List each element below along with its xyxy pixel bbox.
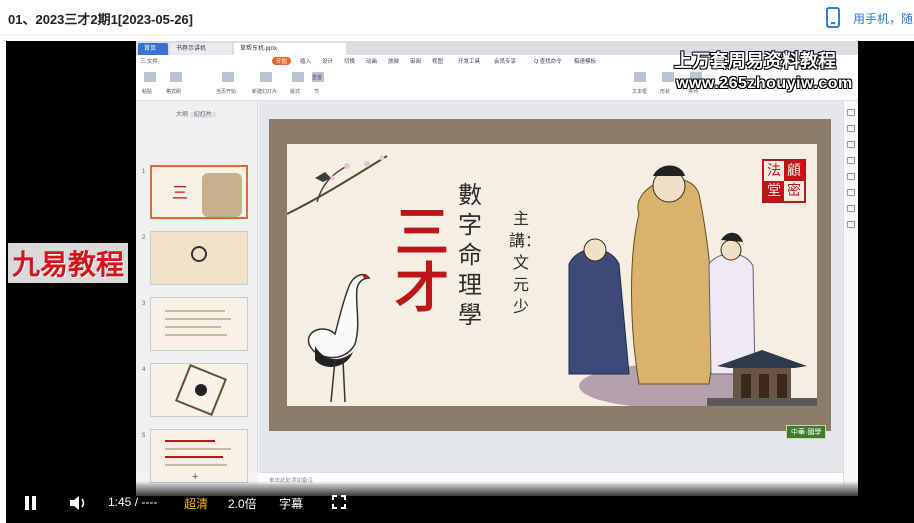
- ribbon-label: 重置: [312, 75, 323, 81]
- thumb-circle: [191, 246, 207, 262]
- video-frame-wps-window: 首页 书荐示讲机 草帮东机.pptx 三 文件 开始 插入 设计 切换 动画 放…: [136, 41, 858, 496]
- wps-menu-item: 插入: [300, 59, 312, 65]
- wps-menu-item: 设计: [322, 59, 334, 65]
- tool-icon: [847, 109, 855, 116]
- wps-menu-item-active: 开始: [272, 57, 292, 65]
- seal-char: 密: [787, 183, 801, 199]
- slide-main-title: 三才: [395, 200, 449, 320]
- wps-tab-doc1: 书荐示讲机: [170, 43, 232, 55]
- thumb-taiji: [195, 384, 207, 396]
- watermark-url: www.265zhouyiw.com: [676, 75, 853, 92]
- ribbon-label: 粘贴: [142, 89, 153, 95]
- wps-menu-item: 开发工具: [458, 59, 481, 65]
- paste-icon: [144, 72, 156, 82]
- wps-menu-item: 切换: [344, 59, 356, 65]
- pause-icon[interactable]: [24, 496, 38, 510]
- page-title: 01、2023三才2期1[2023-05-26]: [8, 12, 193, 27]
- plum-branch-illustration: [287, 155, 388, 215]
- ribbon-label: 格式刷: [166, 89, 182, 95]
- wps-menu-item: 放映: [388, 59, 400, 65]
- thumb-number: 1: [142, 169, 146, 175]
- slide-thumbnail-2: [150, 231, 248, 285]
- slide-thumbnail-3: [150, 297, 248, 351]
- tool-icon: [847, 205, 855, 212]
- slide-lecturer: 主講：文元少: [509, 209, 542, 316]
- top-bar: 01、2023三才2期1[2023-05-26] 用手机，随: [0, 0, 914, 36]
- layout-icon: [292, 72, 304, 82]
- slide-thumbnail-4: [150, 363, 248, 417]
- slide-thumbnail-panel: 大纲 幻灯片 1 三 2 3 4 5 +: [136, 101, 258, 483]
- slide-thumbnail-5: [150, 429, 248, 483]
- shape-icon: [662, 72, 674, 82]
- thumb-number: 4: [142, 367, 146, 373]
- seal-char: 顧: [784, 161, 804, 181]
- wps-menu-item: 会员专享: [494, 59, 517, 65]
- thumb-panel-tabs: 大纲 幻灯片: [176, 109, 216, 118]
- seal-char: 堂: [764, 181, 784, 201]
- phone-view-link[interactable]: 用手机，随: [853, 10, 914, 27]
- wps-menu-item: 审阅: [410, 59, 422, 65]
- crane-illustration: [307, 273, 371, 403]
- thumb-number: 5: [142, 433, 146, 439]
- ribbon-label: 当页开始: [216, 89, 237, 95]
- format-painter-icon: [170, 72, 182, 82]
- ribbon-label: 版式: [290, 89, 301, 95]
- slide-subtitle: 數字命理學: [458, 181, 482, 329]
- phone-icon[interactable]: [826, 7, 840, 28]
- wps-menu-item: Q 查找命令: [534, 59, 562, 65]
- player-controls: 1:45 / ---- 超清 2.0倍 字幕: [6, 481, 914, 523]
- seal-char: 法: [767, 163, 781, 179]
- outline-tab: 大纲: [176, 112, 189, 118]
- pavilion-illustration: [707, 350, 817, 406]
- tool-icon: [847, 125, 855, 132]
- tool-icon: [847, 157, 855, 164]
- quality-button[interactable]: 超清: [184, 495, 208, 512]
- play-from-current-icon: [222, 72, 234, 82]
- thumb-figures: [202, 173, 242, 217]
- fullscreen-icon[interactable]: [332, 495, 346, 509]
- wps-menu-item: 三 文件: [140, 59, 159, 65]
- ribbon-label: 文本框: [632, 89, 648, 95]
- wps-menu-item: 视图: [432, 59, 444, 65]
- tool-icon: [847, 173, 855, 180]
- watermark-text-top: 上万套周易资料教程: [674, 51, 836, 72]
- textbox-icon: [634, 72, 646, 82]
- wps-menu-item: 稿速模板: [574, 59, 597, 65]
- playback-time: 1:45 / ----: [108, 495, 158, 509]
- wps-tab-home: 首页: [138, 43, 168, 55]
- corner-badge: 中華·國學: [786, 425, 827, 439]
- ribbon-label: 形状: [660, 89, 671, 95]
- brand-watermark: 九易教程: [8, 243, 129, 283]
- wps-right-toolbar: [843, 101, 858, 484]
- slide-thumbnail-1: 三: [150, 165, 248, 219]
- slide-content: 三才 數字命理學 主講：文元少 法 顧 堂 密: [287, 144, 817, 406]
- tool-icon: [847, 141, 855, 148]
- thumb-title-mark: 三: [172, 183, 189, 202]
- tool-icon: [847, 221, 855, 228]
- ribbon-label: 新建幻灯片: [252, 89, 278, 95]
- seal-stamp: 法 顧 堂 密: [762, 159, 806, 203]
- new-slide-icon: [260, 72, 272, 82]
- wps-tab-doc2: 草帮东机.pptx: [234, 43, 346, 55]
- wps-menu-item: 动画: [366, 59, 378, 65]
- tool-icon: [847, 189, 855, 196]
- subtitle-button[interactable]: 字幕: [279, 495, 303, 512]
- speed-button[interactable]: 2.0倍: [228, 495, 257, 512]
- ribbon-label: 节: [314, 89, 320, 95]
- volume-icon[interactable]: [68, 494, 88, 512]
- thumb-number: 3: [142, 301, 146, 307]
- thumb-number: 2: [142, 235, 146, 241]
- slides-tab: 幻灯片: [189, 112, 216, 118]
- video-player[interactable]: 首页 书荐示讲机 草帮东机.pptx 三 文件 开始 插入 设计 切换 动画 放…: [6, 41, 914, 523]
- slide-canvas: 三才 數字命理學 主講：文元少 法 顧 堂 密: [259, 101, 843, 472]
